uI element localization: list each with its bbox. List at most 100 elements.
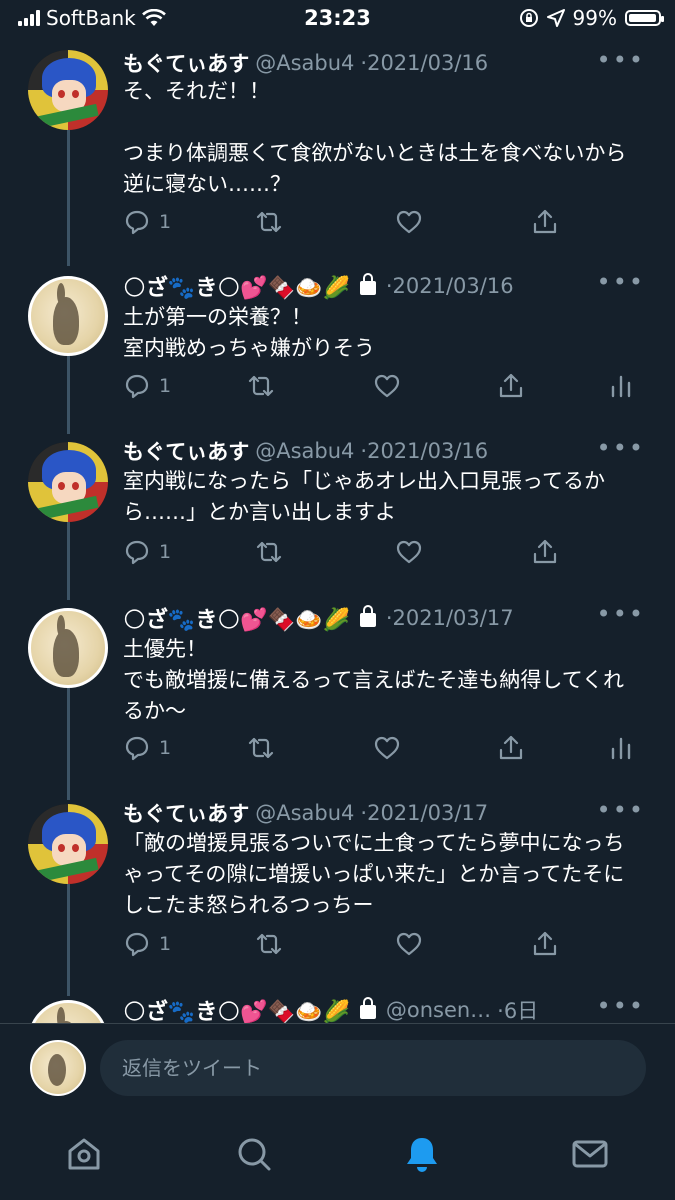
reply-input[interactable]: 返信をツイート [100, 1040, 646, 1096]
retweet-button[interactable] [255, 538, 283, 566]
messages-icon [572, 1140, 608, 1168]
share-icon [499, 735, 523, 760]
tab-bar [0, 1114, 675, 1200]
analytics-icon [611, 375, 631, 398]
tweet-text: 「敵の増援見張るついでに土食ってたら夢中になっちゃってその隙に増援いっぱい来た」… [123, 831, 625, 917]
tab-search[interactable] [234, 1134, 274, 1174]
reply-icon [125, 374, 149, 399]
analytics-icon [611, 737, 631, 760]
share-button[interactable] [531, 538, 559, 566]
tweet-header: 🌕ざ🐾き🌕💕🍫🍛🌽 @onsen… ·6日 [123, 994, 538, 1023]
more-options-icon[interactable]: ••• [597, 434, 645, 462]
reply-button[interactable]: 1 [123, 372, 171, 400]
more-options-icon[interactable]: ••• [597, 600, 645, 628]
tab-home[interactable] [64, 1134, 104, 1174]
tweet-actions: 1 [123, 538, 643, 572]
tweet-text: 土優先！ でも敵増援に備えるって言えばたそ達も納得してくれるか〜 [123, 637, 625, 723]
retweet-icon [256, 541, 282, 563]
avatar[interactable] [28, 1000, 108, 1023]
heart-icon [396, 540, 422, 564]
tweet-date[interactable]: ·2021/03/17 [386, 606, 514, 630]
battery-icon [625, 10, 664, 26]
like-button[interactable] [373, 372, 401, 400]
retweet-icon [248, 375, 274, 397]
user-handle: @Asabu4 [255, 801, 355, 825]
tweet-date[interactable]: ·6日 [497, 995, 538, 1023]
tweet-text: そ、それだ！！ つまり体調悪くて食欲がないときは土を食べないから逆に寝ない……？ [123, 79, 627, 196]
my-avatar[interactable] [30, 1040, 86, 1096]
like-button[interactable] [395, 930, 423, 958]
retweet-icon [256, 211, 282, 233]
like-button[interactable] [373, 734, 401, 762]
more-options-icon[interactable]: ••• [597, 796, 645, 824]
tweet-thread: もぐてぃあす @Asabu4 ·2021/03/16 ••• そ、それだ！！ つ… [0, 38, 675, 1023]
tweet-actions: 1 [123, 372, 643, 406]
lock-icon [359, 997, 376, 1019]
display-name[interactable]: もぐてぃあす [123, 48, 249, 78]
avatar[interactable] [28, 50, 108, 130]
share-button[interactable] [531, 208, 559, 236]
thread-connector [67, 884, 70, 996]
search-icon [238, 1138, 271, 1171]
heart-icon [374, 374, 400, 398]
avatar[interactable] [28, 276, 108, 356]
heart-icon [374, 736, 400, 760]
display-name[interactable]: 🌕ざ🐾き🌕💕🍫🍛🌽 [123, 270, 350, 302]
share-button[interactable] [531, 930, 559, 958]
share-button[interactable] [497, 734, 525, 762]
tweet-header: 🌕ざ🐾き🌕💕🍫🍛🌽 ·2021/03/16 [123, 270, 514, 302]
display-name[interactable]: もぐてぃあす [123, 798, 249, 828]
more-options-icon[interactable]: ••• [597, 268, 645, 296]
thread-connector [67, 688, 70, 800]
more-options-icon[interactable]: ••• [597, 992, 645, 1020]
display-name[interactable]: もぐてぃあす [123, 436, 249, 466]
retweet-button[interactable] [247, 734, 275, 762]
heart-icon [396, 932, 422, 956]
retweet-icon [248, 737, 274, 759]
home-icon [68, 1138, 100, 1170]
reply-button[interactable]: 1 [123, 208, 171, 236]
tweet-actions: 1 [123, 734, 643, 768]
tweet-header: 🌕ざ🐾き🌕💕🍫🍛🌽 ·2021/03/17 [123, 602, 514, 634]
tab-notifications[interactable] [402, 1134, 442, 1174]
user-handle: @onsen… [385, 998, 492, 1022]
share-icon [533, 539, 557, 564]
tweet-date[interactable]: ·2021/03/16 [386, 274, 514, 298]
tweet-header: もぐてぃあす @Asabu4 ·2021/03/16 [123, 436, 488, 466]
like-button[interactable] [395, 208, 423, 236]
tweet-date[interactable]: ·2021/03/17 [360, 801, 488, 825]
tweet-date[interactable]: ·2021/03/16 [360, 51, 488, 75]
display-name[interactable]: 🌕ざ🐾き🌕💕🍫🍛🌽 [123, 602, 350, 634]
thread-connector [67, 522, 70, 600]
reply-count: 1 [159, 375, 172, 397]
display-name[interactable]: 🌕ざ🐾き🌕💕🍫🍛🌽 [123, 994, 350, 1023]
user-handle: @Asabu4 [255, 51, 355, 75]
reply-button[interactable]: 1 [123, 930, 171, 958]
avatar[interactable] [28, 442, 108, 522]
tweet-text: 室内戦になったら「じゃあオレ出入口見張ってるから……」とか言い出しますよ [123, 469, 605, 524]
tweet-actions: 1 [123, 930, 643, 964]
reply-count: 1 [159, 737, 172, 759]
retweet-button[interactable] [255, 930, 283, 958]
avatar[interactable] [28, 608, 108, 688]
tweet-date[interactable]: ·2021/03/16 [360, 439, 488, 463]
like-button[interactable] [395, 538, 423, 566]
reply-count: 1 [159, 541, 172, 563]
reply-button[interactable]: 1 [123, 538, 171, 566]
reply-icon [125, 736, 149, 761]
more-options-icon[interactable]: ••• [597, 46, 645, 74]
reply-composer: 返信をツイート [0, 1024, 675, 1114]
analytics-button[interactable] [607, 734, 635, 762]
reply-count: 1 [159, 933, 172, 955]
reply-icon [125, 210, 149, 235]
retweet-button[interactable] [247, 372, 275, 400]
retweet-button[interactable] [255, 208, 283, 236]
reply-icon [125, 540, 149, 565]
lock-icon [359, 605, 376, 627]
share-button[interactable] [497, 372, 525, 400]
analytics-button[interactable] [607, 372, 635, 400]
avatar[interactable] [28, 804, 108, 884]
reply-button[interactable]: 1 [123, 734, 171, 762]
tab-messages[interactable] [570, 1134, 610, 1174]
heart-icon [396, 210, 422, 234]
